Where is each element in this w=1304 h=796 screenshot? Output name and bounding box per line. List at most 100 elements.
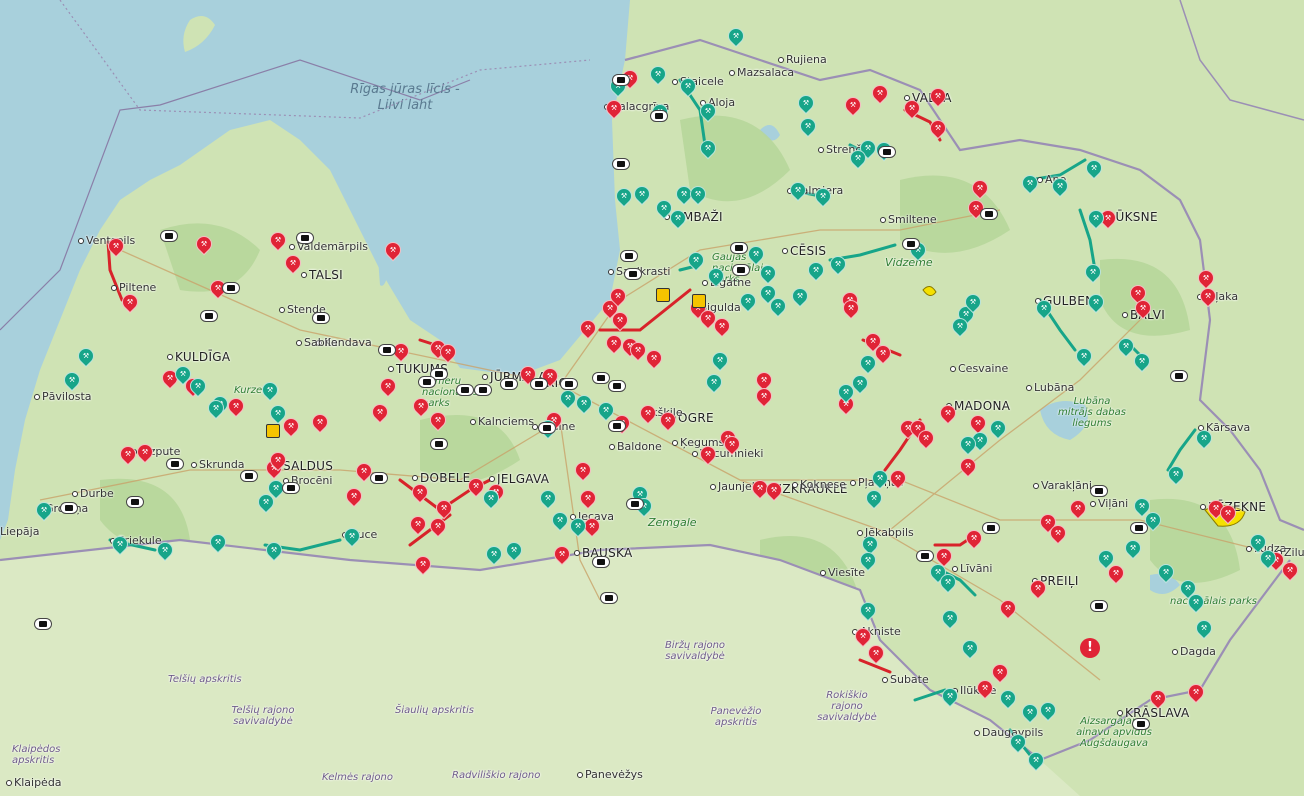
- traffic-camera-icon[interactable]: [902, 238, 920, 250]
- city-dot-jelgava: [489, 476, 495, 482]
- traffic-camera-icon[interactable]: [222, 282, 240, 294]
- worker-glyph-icon: ⚒: [994, 424, 1002, 432]
- traffic-camera-icon[interactable]: [624, 268, 642, 280]
- city-dot-kuldiga: [167, 354, 173, 360]
- traffic-camera-icon[interactable]: [650, 110, 668, 122]
- city-label-smiltene: Smiltene: [888, 213, 937, 226]
- city-dot-valdemarpils: [289, 244, 295, 250]
- camera-lens-icon: [383, 347, 391, 353]
- traffic-camera-icon[interactable]: [600, 592, 618, 604]
- camera-lens-icon: [597, 559, 605, 565]
- traffic-camera-icon[interactable]: [608, 380, 626, 392]
- worker-glyph-icon: ⚒: [1090, 164, 1098, 172]
- traffic-camera-icon[interactable]: [560, 378, 578, 390]
- traffic-camera-icon[interactable]: [626, 498, 644, 510]
- camera-lens-icon: [205, 313, 213, 319]
- warning-sign-icon[interactable]: [692, 294, 706, 308]
- worker-glyph-icon: ⚒: [674, 214, 682, 222]
- traffic-camera-icon[interactable]: [430, 438, 448, 450]
- camera-lens-icon: [625, 253, 633, 259]
- camera-lens-icon: [171, 461, 179, 467]
- worker-glyph-icon: ⚒: [1040, 304, 1048, 312]
- traffic-camera-icon[interactable]: [592, 556, 610, 568]
- traffic-camera-icon[interactable]: [982, 522, 1000, 534]
- traffic-camera-icon[interactable]: [592, 372, 610, 384]
- traffic-camera-icon[interactable]: [160, 230, 178, 242]
- worker-glyph-icon: ⚒: [969, 298, 977, 306]
- city-dot-rezekne: [1200, 504, 1206, 510]
- traffic-camera-icon[interactable]: [456, 384, 474, 396]
- lubana-label: Lubāna mitrājs dabas liegums: [1057, 396, 1126, 429]
- city-dot-vecumnieki: [692, 451, 698, 457]
- worker-glyph-icon: ⚒: [922, 434, 930, 442]
- traffic-camera-icon[interactable]: [1170, 370, 1188, 382]
- worker-glyph-icon: ⚒: [710, 378, 718, 386]
- traffic-camera-icon[interactable]: [500, 378, 518, 390]
- city-dot-plavinas: [850, 480, 856, 486]
- worker-glyph-icon: ⚒: [1139, 304, 1147, 312]
- worker-glyph-icon: ⚒: [614, 292, 622, 300]
- traffic-camera-icon[interactable]: [732, 264, 750, 276]
- camera-lens-icon: [735, 245, 743, 251]
- camera-lens-icon: [543, 425, 551, 431]
- worker-glyph-icon: ⚒: [262, 498, 270, 506]
- traffic-camera-icon[interactable]: [60, 502, 78, 514]
- worker-glyph-icon: ⚒: [894, 474, 902, 482]
- traffic-camera-icon[interactable]: [34, 618, 52, 630]
- worker-glyph-icon: ⚒: [546, 372, 554, 380]
- traffic-camera-icon[interactable]: [166, 458, 184, 470]
- worker-glyph-icon: ⚒: [179, 370, 187, 378]
- worker-glyph-icon: ⚒: [68, 376, 76, 384]
- traffic-camera-icon[interactable]: [126, 496, 144, 508]
- warning-sign-icon[interactable]: [656, 288, 670, 302]
- city-dot-koknese: [792, 482, 798, 488]
- warning-sign-icon[interactable]: [266, 424, 280, 438]
- city-dot-daugavpils: [974, 730, 980, 736]
- gulf-of-riga-label: Rīgas jūras līcis - Liivi laht: [350, 82, 460, 113]
- traffic-camera-icon[interactable]: [1132, 718, 1150, 730]
- worker-glyph-icon: ⚒: [444, 348, 452, 356]
- city-dot-stende: [279, 307, 285, 313]
- worker-glyph-icon: ⚒: [650, 354, 658, 362]
- traffic-camera-icon[interactable]: [878, 146, 896, 158]
- worker-glyph-icon: ⚒: [966, 644, 974, 652]
- city-label-koknese: Koknese: [800, 478, 847, 491]
- city-label-dagda: Dagda: [1180, 645, 1216, 658]
- traffic-camera-icon[interactable]: [200, 310, 218, 322]
- worker-glyph-icon: ⚒: [934, 124, 942, 132]
- traffic-camera-icon[interactable]: [418, 376, 436, 388]
- rezekne-park-label: nacionālais parks: [1170, 596, 1257, 607]
- traffic-camera-icon[interactable]: [378, 344, 396, 356]
- city-dot-durbe: [72, 491, 78, 497]
- city-dot-kraslava: [1117, 710, 1123, 716]
- traffic-camera-icon[interactable]: [370, 472, 388, 484]
- worker-glyph-icon: ⚒: [434, 522, 442, 530]
- traffic-camera-icon[interactable]: [1130, 522, 1148, 534]
- traffic-camera-icon[interactable]: [1090, 600, 1108, 612]
- alert-exclamation-icon[interactable]: !: [1080, 638, 1100, 658]
- city-label-viesite: Viesīte: [828, 566, 865, 579]
- worker-glyph-icon: ⚒: [161, 546, 169, 554]
- traffic-camera-icon[interactable]: [530, 378, 548, 390]
- camera-lens-icon: [1137, 721, 1145, 727]
- traffic-camera-icon[interactable]: [612, 74, 630, 86]
- traffic-camera-icon[interactable]: [1090, 485, 1108, 497]
- traffic-camera-icon[interactable]: [474, 384, 492, 396]
- traffic-camera-icon[interactable]: [538, 422, 556, 434]
- traffic-camera-icon[interactable]: [296, 232, 314, 244]
- camera-lens-icon: [435, 371, 443, 377]
- city-label-lubana: Lubāna: [1034, 381, 1075, 394]
- traffic-camera-icon[interactable]: [240, 470, 258, 482]
- kelmes-label: Kelmės rajono: [322, 772, 394, 783]
- traffic-camera-icon[interactable]: [608, 420, 626, 432]
- traffic-camera-icon[interactable]: [620, 250, 638, 262]
- traffic-camera-icon[interactable]: [980, 208, 998, 220]
- worker-glyph-icon: ⚒: [752, 250, 760, 258]
- traffic-camera-icon[interactable]: [312, 312, 330, 324]
- traffic-camera-icon[interactable]: [612, 158, 630, 170]
- traffic-camera-icon[interactable]: [282, 482, 300, 494]
- city-label-vilani: Viļāni: [1098, 497, 1129, 510]
- traffic-camera-icon[interactable]: [916, 550, 934, 562]
- worker-glyph-icon: ⚒: [847, 304, 855, 312]
- traffic-camera-icon[interactable]: [730, 242, 748, 254]
